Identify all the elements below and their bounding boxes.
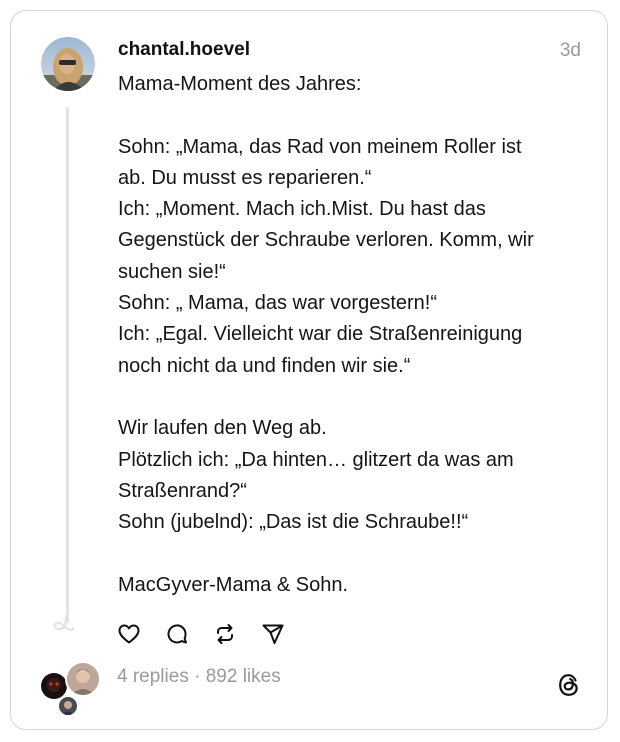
- share-icon: [262, 624, 284, 644]
- comment-button[interactable]: [164, 621, 190, 647]
- share-button[interactable]: [260, 621, 286, 647]
- post-stats: 4 replies · 892 likes: [117, 666, 281, 688]
- repost-icon: [217, 624, 233, 644]
- action-bar: [116, 619, 308, 649]
- reply-avatars[interactable]: [39, 661, 101, 717]
- post-line: Ich: „Moment. Mach ich.Mist. Du hast das: [118, 198, 486, 221]
- post-text: Mama-Moment des Jahres: Sohn: „Mama, das…: [118, 69, 588, 601]
- post-line: Gegenstück der Schraube verloren. Komm, …: [118, 229, 534, 252]
- username[interactable]: chantal.hoevel: [118, 39, 250, 61]
- replier-avatar: [65, 661, 101, 697]
- replies-count[interactable]: 4 replies: [117, 666, 189, 687]
- threads-logo-icon[interactable]: [555, 671, 583, 699]
- post-line: Wir laufen den Weg ab.: [118, 417, 327, 440]
- post-line: Mama-Moment des Jahres:: [118, 73, 362, 95]
- post-line: Plötzlich ich: „Da hinten… glitzert da w…: [118, 448, 514, 471]
- post-line: [118, 382, 588, 413]
- post-line: [118, 100, 588, 131]
- post-line: ab. Du musst es reparieren.“: [118, 166, 372, 189]
- heart-icon: [118, 624, 140, 644]
- post-line: MacGyver-Mama & Sohn.: [118, 573, 349, 596]
- post-line: Sohn (jubelnd): „Das ist die Schraube!!“: [118, 511, 469, 534]
- thread-line: [66, 107, 69, 623]
- post-line: noch nicht da und finden wir sie.“: [118, 354, 411, 377]
- post-line: Straßenrand?“: [118, 479, 247, 502]
- post-line: Sohn: „ Mama, das war vorgestern!“: [118, 292, 438, 315]
- post-line: [118, 538, 588, 569]
- stats-separator: ·: [188, 666, 206, 687]
- like-button[interactable]: [116, 621, 142, 647]
- avatar[interactable]: [41, 37, 95, 91]
- post-card[interactable]: chantal.hoevel 3d Mama-Moment des Jahres…: [10, 10, 608, 730]
- likes-count[interactable]: 892 likes: [206, 666, 281, 687]
- post-line: Sohn: „Mama, das Rad von meinem Roller i…: [118, 135, 522, 158]
- repost-button[interactable]: [212, 621, 238, 647]
- post-line: suchen sie!“: [118, 260, 226, 283]
- timestamp: 3d: [559, 40, 581, 61]
- comment-icon: [167, 624, 187, 644]
- thread-loop-icon: [49, 613, 79, 641]
- replier-avatar: [57, 695, 79, 717]
- post-line: Ich: „Egal. Vielleicht war die Straßenre…: [118, 323, 523, 346]
